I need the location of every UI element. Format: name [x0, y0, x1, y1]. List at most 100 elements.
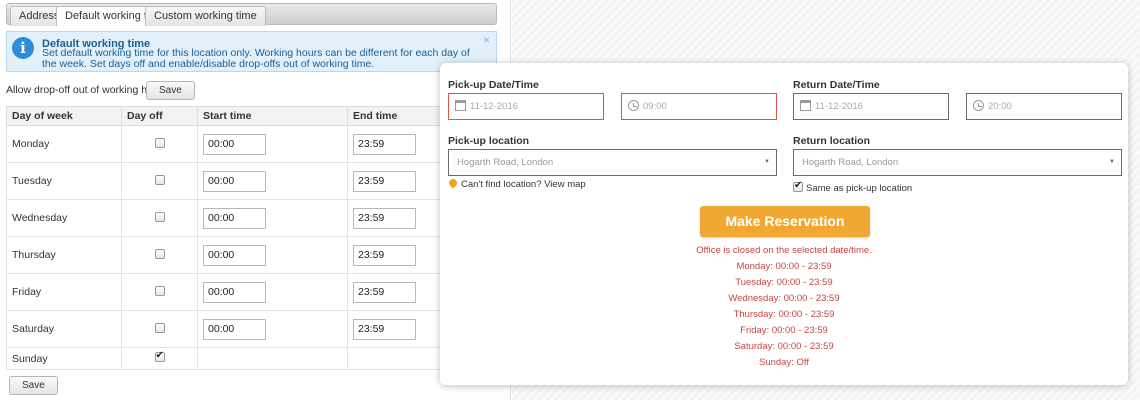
return-time-value: 20:00 [988, 101, 1012, 112]
tab-custom-working-time[interactable]: Custom working time [145, 6, 266, 26]
end-time-input[interactable] [353, 133, 416, 155]
calendar-icon [800, 100, 811, 111]
end-time-input[interactable] [353, 170, 416, 192]
make-reservation-button[interactable]: Make Reservation [700, 206, 870, 237]
day-off-cell [121, 125, 198, 163]
hours-line: Sunday: Off [759, 357, 809, 368]
table-header-row: Day of week Day off Start time End time [6, 106, 497, 126]
hours-line: Saturday: 00:00 - 23:59 [734, 341, 834, 352]
start-time-input[interactable] [203, 244, 266, 266]
start-time-cell [197, 310, 348, 348]
start-time-input[interactable] [203, 281, 266, 303]
start-time-input[interactable] [203, 170, 266, 192]
start-time-cell [197, 347, 348, 370]
table-row: Thursday [6, 236, 497, 274]
return-datetime-label: Return Date/Time [793, 79, 880, 91]
working-time-table: Day of week Day off Start time End time … [6, 106, 497, 370]
day-off-cell [121, 199, 198, 237]
end-time-input[interactable] [353, 244, 416, 266]
pickup-time-value: 09:00 [643, 101, 667, 112]
info-box: i Default working time Set default worki… [6, 31, 497, 72]
start-time-cell [197, 236, 348, 274]
pickup-date-value: 11-12-2016 [470, 101, 518, 112]
return-location-value: Hogarth Road, London [802, 157, 899, 168]
return-location-label: Return location [793, 135, 871, 147]
hours-line: Tuesday: 00:00 - 23:59 [735, 277, 833, 288]
reservation-widget: Pick-up Date/Time Return Date/Time 11-12… [440, 63, 1128, 385]
header-day-off: Day off [121, 106, 198, 126]
clock-icon [628, 100, 639, 111]
clock-icon [973, 100, 984, 111]
chevron-down-icon: ▼ [764, 159, 770, 165]
table-row: Saturday [6, 310, 497, 348]
day-name: Monday [6, 125, 122, 163]
cant-find-location-link[interactable]: Can't find location? View map [447, 177, 586, 190]
same-as-pickup-label: Same as pick-up location [806, 183, 913, 194]
start-time-cell [197, 199, 348, 237]
day-name: Thursday [6, 236, 122, 274]
pickup-time-field[interactable]: 09:00 [621, 93, 777, 120]
end-time-input[interactable] [353, 207, 416, 229]
pickup-date-field[interactable]: 11-12-2016 [448, 93, 604, 120]
day-name: Saturday [6, 310, 122, 348]
day-off-checkbox[interactable] [154, 350, 165, 362]
day-name: Friday [6, 273, 122, 311]
day-off-cell [121, 236, 198, 274]
hours-line: Wednesday: 00:00 - 23:59 [728, 293, 840, 304]
cant-find-text: Can't find location? View map [461, 179, 586, 190]
start-time-input[interactable] [203, 207, 266, 229]
hours-line: Thursday: 00:00 - 23:59 [733, 309, 835, 320]
pickup-datetime-label: Pick-up Date/Time [448, 79, 539, 91]
calendar-icon [455, 100, 466, 111]
day-off-cell [121, 347, 198, 370]
day-off-checkbox[interactable] [154, 137, 165, 148]
return-location-select[interactable]: Hogarth Road, London ▼ [793, 149, 1122, 176]
day-off-cell [121, 310, 198, 348]
chevron-down-icon: ▼ [1109, 159, 1115, 165]
table-row: Friday [6, 273, 497, 311]
day-off-cell [121, 162, 198, 200]
table-row: Tuesday [6, 162, 497, 200]
return-time-field[interactable]: 20:00 [966, 93, 1122, 120]
return-date-field[interactable]: 11-12-2016 [793, 93, 949, 120]
start-time-cell [197, 273, 348, 311]
end-time-input[interactable] [353, 281, 416, 303]
pickup-location-select[interactable]: Hogarth Road, London ▼ [448, 149, 777, 176]
day-name: Sunday [6, 347, 122, 370]
start-time-cell [197, 162, 348, 200]
pickup-location-value: Hogarth Road, London [457, 157, 554, 168]
day-off-checkbox[interactable] [154, 248, 165, 259]
close-icon[interactable]: × [483, 33, 490, 47]
day-off-checkbox[interactable] [154, 211, 165, 222]
start-time-input[interactable] [203, 318, 266, 340]
save-button-top[interactable]: Save [146, 81, 195, 100]
info-text: Set default working time for this locati… [42, 47, 470, 70]
start-time-cell [197, 125, 348, 163]
hours-line: Friday: 00:00 - 23:59 [740, 325, 828, 336]
return-date-value: 11-12-2016 [815, 101, 863, 112]
same-as-pickup-row: Same as pick-up location [793, 180, 913, 194]
day-name: Wednesday [6, 199, 122, 237]
closed-message: Office is closed on the selected date/ti… [696, 245, 872, 256]
same-as-pickup-checkbox[interactable] [793, 180, 803, 192]
save-button-bottom[interactable]: Save [9, 376, 58, 395]
day-name: Tuesday [6, 162, 122, 200]
table-row: Monday [6, 125, 497, 163]
header-start-time: Start time [197, 106, 348, 126]
pickup-location-label: Pick-up location [448, 135, 530, 147]
day-off-cell [121, 273, 198, 311]
end-time-input[interactable] [353, 318, 416, 340]
tab-bar: Address Default working time Custom work… [6, 3, 497, 26]
admin-panel: Address Default working time Custom work… [0, 0, 511, 400]
hours-line: Monday: 00:00 - 23:59 [736, 261, 832, 272]
map-pin-icon [447, 177, 459, 189]
info-icon: i [12, 37, 34, 59]
start-time-input[interactable] [203, 133, 266, 155]
day-off-checkbox[interactable] [154, 174, 165, 185]
header-day-of-week: Day of week [6, 106, 122, 126]
day-off-checkbox[interactable] [154, 285, 165, 296]
table-row: Wednesday [6, 199, 497, 237]
day-off-checkbox[interactable] [154, 322, 165, 333]
allow-dropoff-text: Allow drop-off out of working hours [6, 84, 168, 96]
table-row: Sunday [6, 347, 497, 370]
